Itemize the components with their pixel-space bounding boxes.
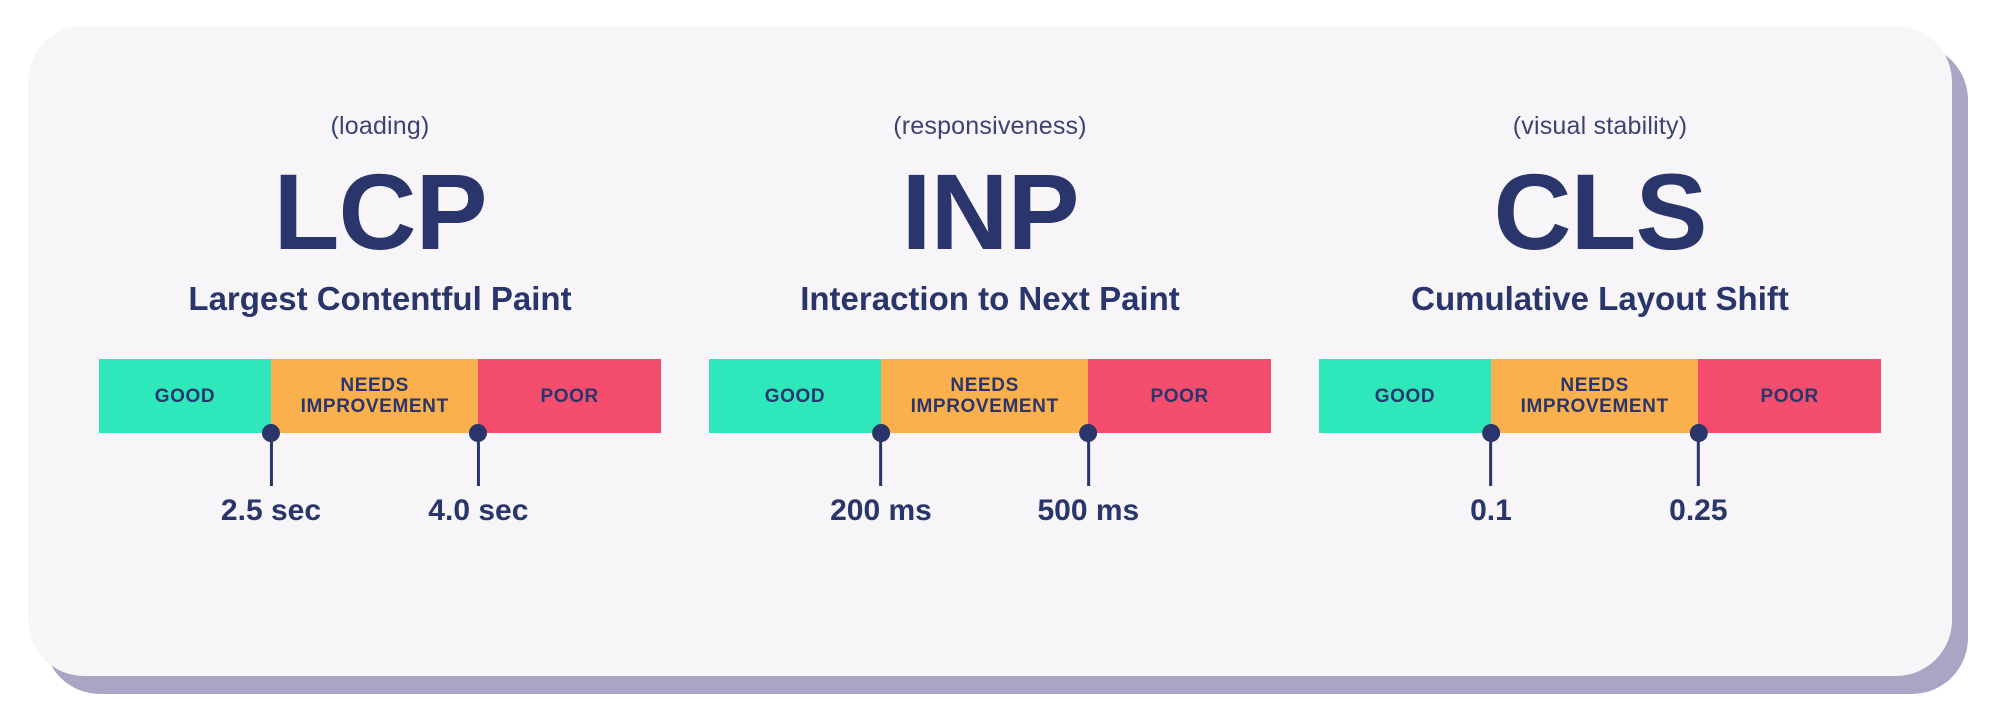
metric-full-name: Largest Contentful Paint [188,280,572,318]
metric-acronym: LCP [273,151,488,272]
bar-segment-poor: POOR [1698,359,1881,434]
threshold-leader-line [476,442,480,487]
threshold-value-label: 4.0 sec [428,494,529,528]
bar-segment-poor: POOR [1088,359,1271,434]
threshold-leader-line [1086,442,1090,487]
threshold-leader-line [1489,442,1493,487]
threshold-bar: GOOD NEEDS IMPROVEMENT POOR [1319,359,1881,434]
threshold-marker: 4.0 sec [428,424,529,528]
threshold-marker: 2.5 sec [220,424,322,528]
metric-aspect-label: (responsiveness) [893,112,1087,140]
threshold-markers: 2.5 sec 4.0 sec [99,424,661,533]
threshold-bar-wrapper: GOOD NEEDS IMPROVEMENT POOR 0.1 0.25 [1319,359,1881,526]
threshold-dot-icon [261,424,280,443]
core-web-vitals-card: (loading) LCP Largest Contentful Paint GOOD… [28,26,1952,676]
threshold-bar: GOOD NEEDS IMPROVEMENT POOR [709,359,1271,434]
bar-segment-good: GOOD [99,359,271,434]
metric-inp: (responsiveness) INP Interaction to Next P… [690,26,1290,526]
threshold-marker: 200 ms [830,424,932,528]
bar-segment-good: GOOD [1319,359,1491,434]
metric-acronym: CLS [1493,151,1708,272]
metric-acronym: INP [901,151,1079,272]
threshold-value-label: 0.1 [1470,494,1512,528]
threshold-bar-wrapper: GOOD NEEDS IMPROVEMENT POOR 2.5 sec 4.0 sec [99,359,661,526]
metric-aspect-label: (visual stability) [1512,112,1688,140]
threshold-value-label: 200 ms [830,494,932,528]
threshold-leader-line [1696,442,1700,487]
metric-lcp: (loading) LCP Largest Contentful Paint GOOD… [80,26,680,526]
threshold-value-label: 2.5 sec [220,494,322,528]
threshold-marker: 0.1 [1470,424,1512,528]
threshold-markers: 0.1 0.25 [1319,424,1881,533]
threshold-dot-icon [469,424,488,443]
threshold-bar-wrapper: GOOD NEEDS IMPROVEMENT POOR 200 ms 500 ms [709,359,1271,526]
threshold-dot-icon [1481,424,1500,443]
threshold-markers: 200 ms 500 ms [709,424,1271,533]
infographic-canvas: (loading) LCP Largest Contentful Paint GOOD… [0,0,1999,714]
threshold-leader-line [269,442,273,487]
metrics-row: (loading) LCP Largest Contentful Paint GOOD… [28,26,1952,676]
threshold-leader-line [879,442,883,487]
threshold-dot-icon [1689,424,1708,443]
bar-segment-needs-improvement: NEEDS IMPROVEMENT [270,359,479,434]
metric-full-name: Cumulative Layout Shift [1411,280,1789,318]
threshold-dot-icon [1079,424,1098,443]
threshold-dot-icon [871,424,890,443]
metric-aspect-label: (loading) [330,112,430,140]
metric-full-name: Interaction to Next Paint [800,280,1180,318]
threshold-value-label: 500 ms [1037,494,1140,528]
bar-segment-poor: POOR [478,359,661,434]
threshold-value-label: 0.25 [1669,494,1728,528]
metric-cls: (visual stability) CLS Cumulative Layout S… [1300,26,1900,526]
bar-segment-good: GOOD [709,359,881,434]
threshold-bar: GOOD NEEDS IMPROVEMENT POOR [99,359,661,434]
bar-segment-needs-improvement: NEEDS IMPROVEMENT [880,359,1089,434]
threshold-marker: 0.25 [1669,424,1728,528]
bar-segment-needs-improvement: NEEDS IMPROVEMENT [1490,359,1699,434]
threshold-marker: 500 ms [1037,424,1140,528]
